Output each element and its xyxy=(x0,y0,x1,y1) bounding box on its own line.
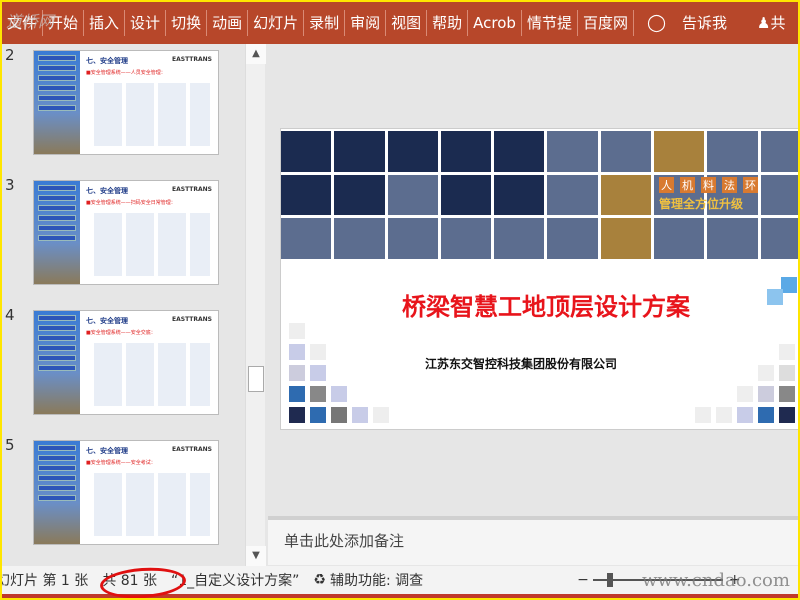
thumb-title: 七、安全管理 xyxy=(86,57,128,65)
notes-pane[interactable]: 单击此处添加备注 xyxy=(268,520,798,565)
tab-review[interactable]: 审阅 xyxy=(345,10,387,36)
scroll-thumb[interactable] xyxy=(248,366,264,392)
thumbnail-number: 2 xyxy=(5,46,15,64)
slide-thumbnail[interactable]: 七、安全管理 EASTTRANS ■安全管理系统——人员安全管理： xyxy=(33,50,219,155)
notes-placeholder: 单击此处添加备注 xyxy=(284,532,405,550)
person-add-icon: ♟ xyxy=(757,14,771,32)
share-label: 共 xyxy=(770,14,786,32)
thumb-title: 七、安全管理 xyxy=(86,447,128,455)
tab-help[interactable]: 帮助 xyxy=(427,10,469,36)
thumb-subtitle: ■安全管理系统——安全考试： xyxy=(86,460,156,466)
tab-storyboard[interactable]: 情节提 xyxy=(522,10,578,36)
tab-design[interactable]: 设计 xyxy=(125,10,167,36)
current-slide[interactable]: 人机料法环 管理全方位升级 桥梁智慧工地顶层设计方案 江苏东交智控科技集团股份有… xyxy=(280,128,798,430)
thumb-subtitle: ■安全管理系统——人员安全管理： xyxy=(86,70,166,76)
thumb-brand: EASTTRANS xyxy=(172,446,212,453)
slide-editing-area: 人机料法环 管理全方位升级 桥梁智慧工地顶层设计方案 江苏东交智控科技集团股份有… xyxy=(268,44,798,514)
tab-baidu[interactable]: 百度网 xyxy=(578,10,634,36)
tab-record[interactable]: 录制 xyxy=(304,10,346,36)
powerpoint-window: 文件 开始 插入 设计 切换 动画 幻灯片 录制 审阅 视图 帮助 Acrob … xyxy=(2,2,798,598)
thumb-subtitle: ■安全管理系统——扫码安全日常管理： xyxy=(86,200,176,206)
tab-transitions[interactable]: 切换 xyxy=(166,10,208,36)
tab-slideshow[interactable]: 幻灯片 xyxy=(248,10,305,36)
slide-tags: 人机料法环 xyxy=(659,177,758,193)
slide-thumbnail[interactable]: 七、安全管理 EASTTRANS ■安全管理系统——扫码安全日常管理： xyxy=(33,180,219,285)
thumbnail-scrollbar[interactable]: ▲ ▼ xyxy=(245,44,266,566)
thumbnail-number: 5 xyxy=(5,436,15,454)
tab-acrobat[interactable]: Acrob xyxy=(468,10,522,36)
theme-name[interactable]: “1_自定义设计方案” xyxy=(171,570,299,590)
slide-title[interactable]: 桥梁智慧工地顶层设计方案 xyxy=(281,287,798,322)
slide-thumbnail-pane: 2 七、安全管理 EASTTRANS ■安全管理系统——人员安全管理： 3 七、安全… xyxy=(2,44,245,566)
share-button[interactable]: ♟共 xyxy=(752,10,790,36)
thumbnail-number: 3 xyxy=(5,176,15,194)
thumb-brand: EASTTRANS xyxy=(172,56,212,63)
tell-me-search[interactable]: 告诉我 xyxy=(677,10,732,36)
ribbon-tabs: 文件 开始 插入 设计 切换 动画 幻灯片 录制 审阅 视图 帮助 Acrob … xyxy=(2,2,798,44)
thumb-title: 七、安全管理 xyxy=(86,317,128,325)
slide-subtitle[interactable]: 江苏东交智控科技集团股份有限公司 xyxy=(281,355,798,372)
slide-thumbnail[interactable]: 七、安全管理 EASTTRANS ■安全管理系统——安全交底： xyxy=(33,310,219,415)
thumb-brand: EASTTRANS xyxy=(172,316,212,323)
zoom-out-button[interactable]: − xyxy=(577,572,589,588)
thumb-subtitle: ■安全管理系统——安全交底： xyxy=(86,330,156,336)
lightbulb-icon[interactable]: ◯ xyxy=(642,10,671,36)
slide-thumbnail[interactable]: 七、安全管理 EASTTRANS ■安全管理系统——安全考试： xyxy=(33,440,219,545)
thumbnail-number: 4 xyxy=(5,306,15,324)
watermark-url: www.cndao.com xyxy=(642,570,790,591)
tab-view[interactable]: 视图 xyxy=(386,10,428,36)
tab-animations[interactable]: 动画 xyxy=(207,10,249,36)
accessibility-status[interactable]: 辅助功能: 调查 xyxy=(330,570,423,590)
tab-insert[interactable]: 插入 xyxy=(84,10,126,36)
thumb-title: 七、安全管理 xyxy=(86,187,128,195)
thumb-brand: EASTTRANS xyxy=(172,186,212,193)
accessibility-icon[interactable]: ♻ xyxy=(313,572,326,588)
watermark-logo: 道桥网 xyxy=(6,12,55,31)
scroll-down-icon[interactable]: ▼ xyxy=(246,546,266,566)
scroll-up-icon[interactable]: ▲ xyxy=(246,44,266,64)
slide-position: 幻灯片 第 1 张 xyxy=(2,573,89,589)
slide-tagline: 管理全方位升级 xyxy=(659,197,744,211)
